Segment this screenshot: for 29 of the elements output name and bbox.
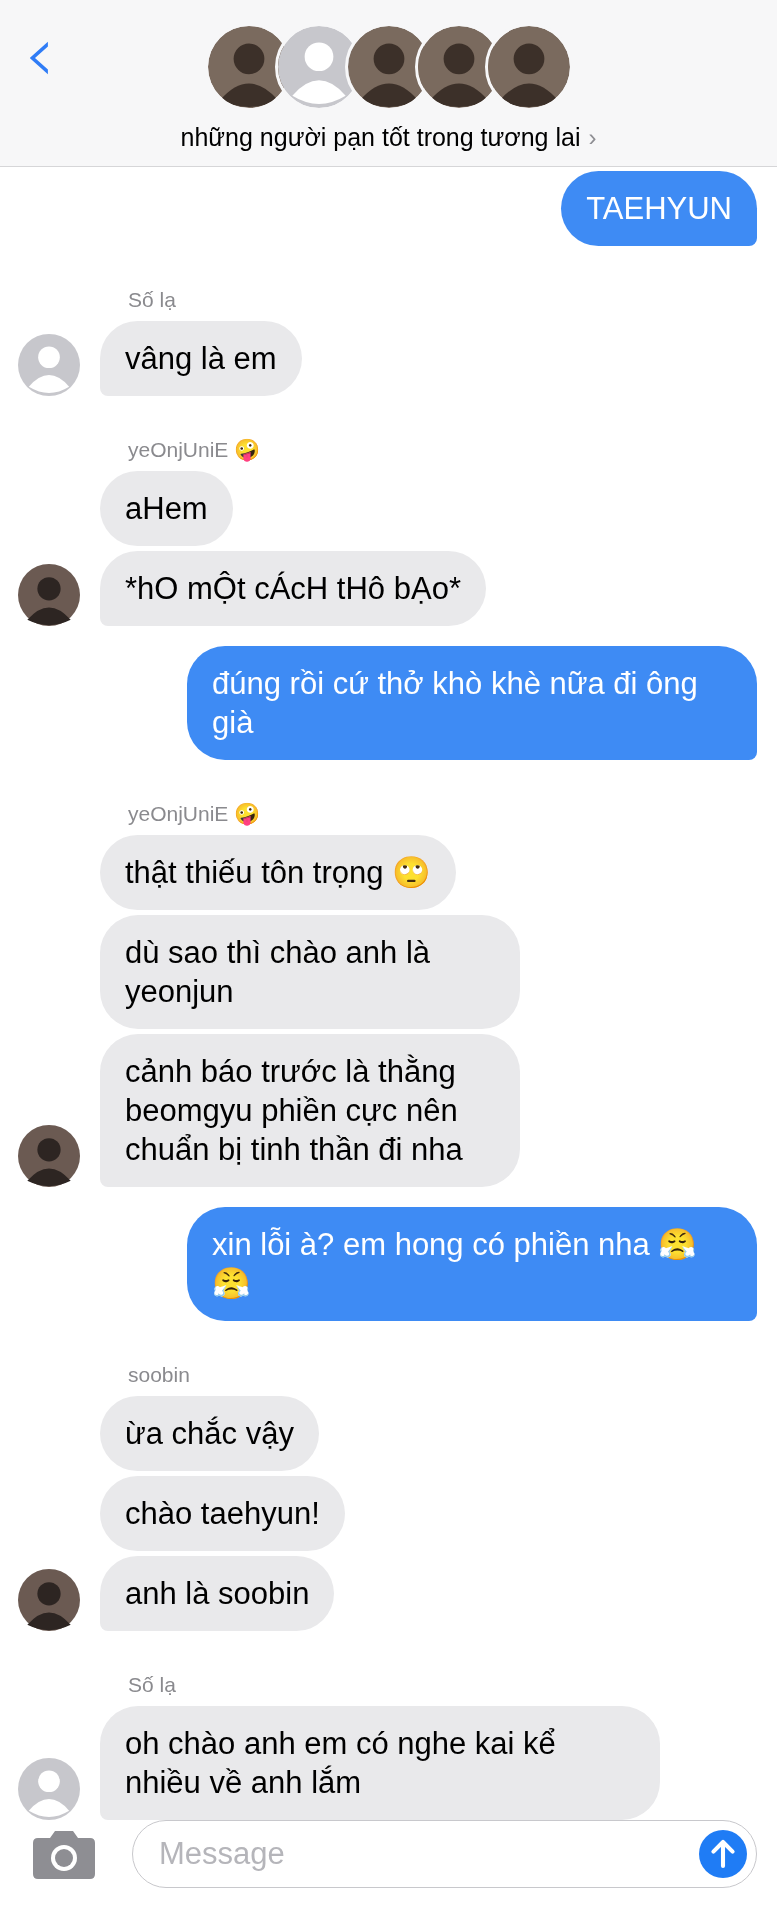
avatar — [18, 564, 80, 626]
message-bubble: thật thiếu tôn trọng 🙄 — [100, 835, 457, 910]
chevron-icon[interactable]: › — [588, 123, 597, 152]
message-bubble: oh chào anh em có nghe kai kể nhiều về anh lắm — [100, 1706, 660, 1820]
message-field[interactable]: Message — [132, 1820, 757, 1888]
sender-name: yeOnjUniE 🤪 — [128, 802, 262, 826]
message-bubble: aHem — [100, 471, 233, 546]
sender-name: Số lạ — [128, 288, 177, 312]
message-bubble: chào taehyun! — [100, 1476, 345, 1551]
avatar-placeholder-icon — [18, 1758, 80, 1820]
avatar-placeholder-icon — [18, 334, 80, 396]
message-bubble: TAEHYUN — [561, 171, 757, 246]
message-bubble: xin lỗi à? em hong có phiền nha 😤 😤 — [187, 1207, 757, 1321]
back-button[interactable]: ‹ — [16, 14, 64, 94]
send-button[interactable] — [699, 1830, 747, 1878]
camera-icon[interactable] — [32, 1828, 96, 1880]
message-bubble: dù sao thì chào anh là yeonjun — [100, 915, 520, 1029]
group-title[interactable]: những người pạn tốt trong tương lai — [180, 123, 581, 152]
avatar — [18, 1569, 80, 1631]
avatar — [18, 1125, 80, 1187]
message-bubble: anh là soobin — [100, 1556, 335, 1631]
message-bubble: ừa chắc vậy — [100, 1396, 319, 1471]
message-bubble: đúng rồi cứ thở khò khè nữa đi ông già — [187, 646, 757, 760]
message-bubble: cảnh báo trước là thằng beomgyu phiền cực nên chuẩn bị tinh thần đi nha — [100, 1034, 520, 1187]
sender-name: yeOnjUniE 🤪 — [128, 438, 262, 462]
sender-name: Số lạ — [128, 1673, 177, 1697]
sender-name: soobin — [128, 1363, 191, 1387]
message-bubble: *hO mỘt cÁcH tHô bẠo* — [100, 551, 486, 626]
message-bubble: vâng là em — [100, 321, 302, 396]
